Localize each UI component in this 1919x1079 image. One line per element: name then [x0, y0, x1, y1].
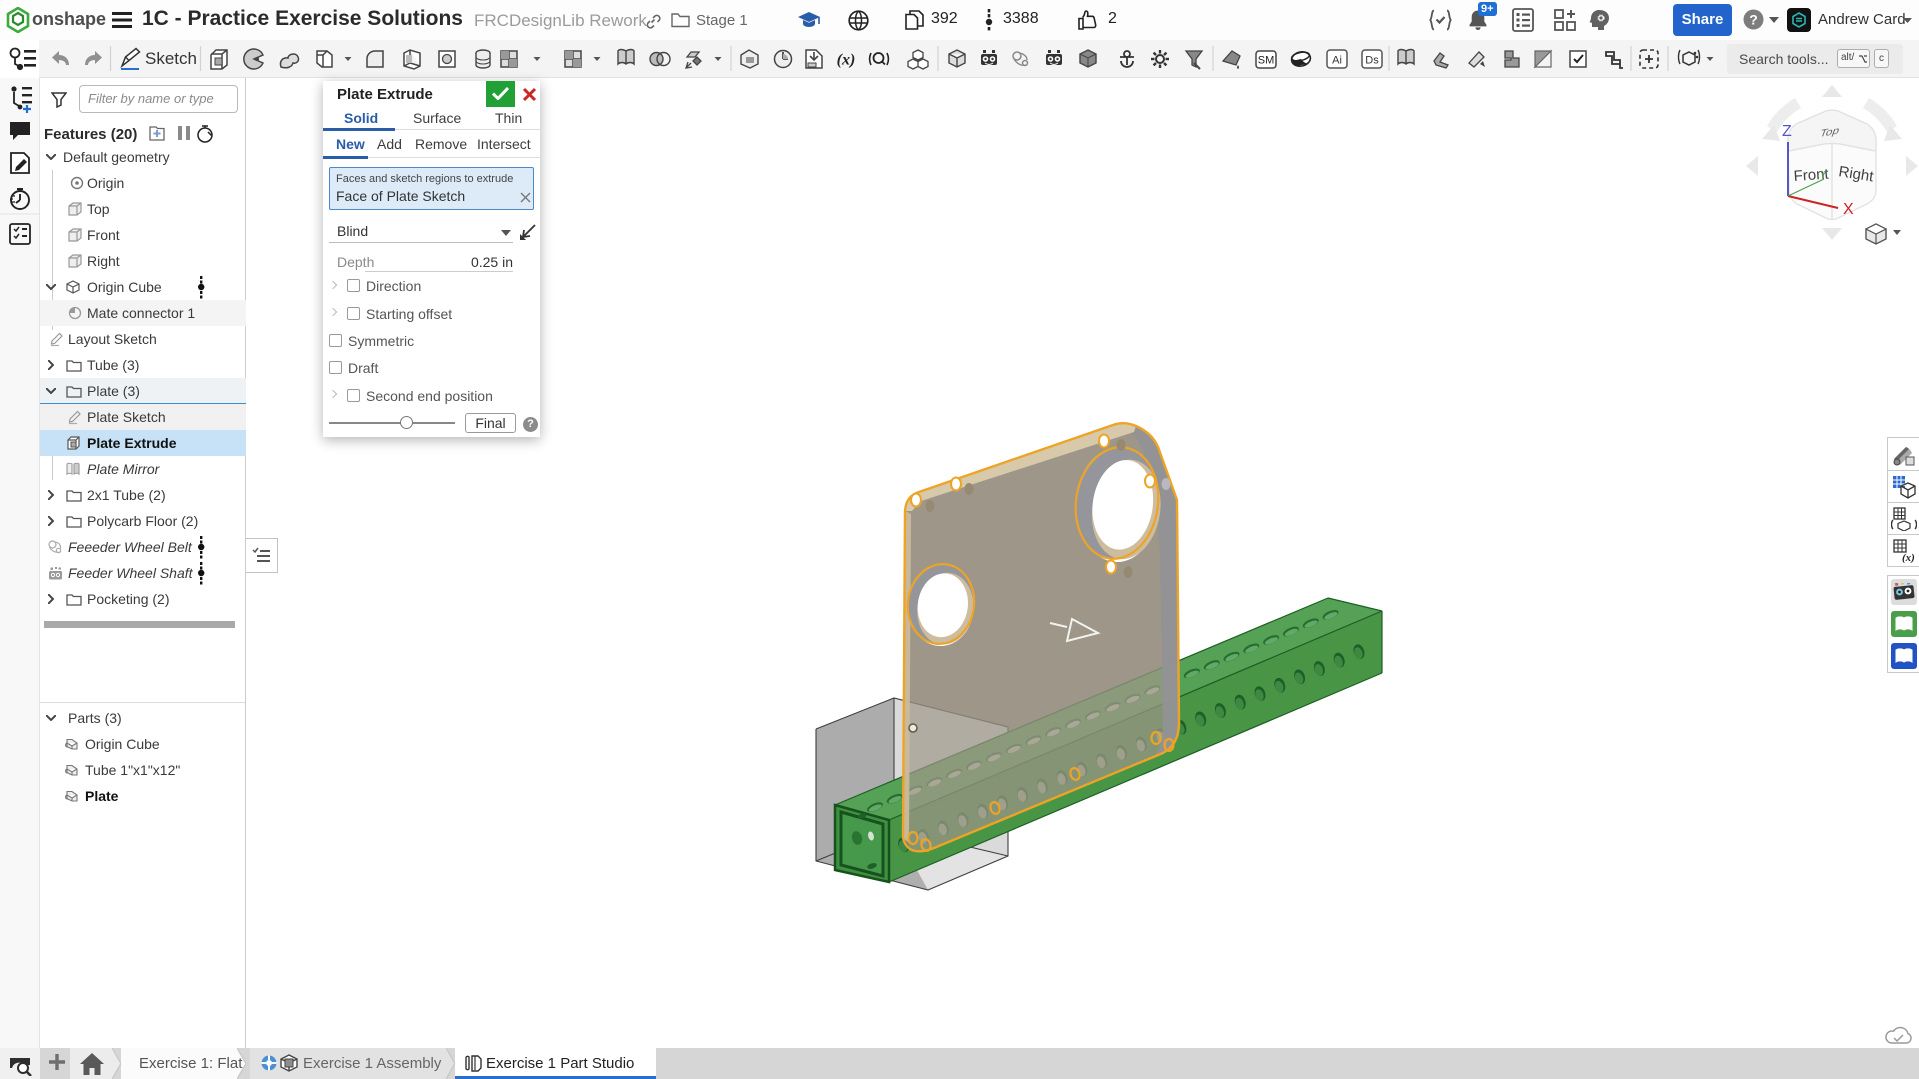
svg-text:Y: Y	[1820, 170, 1827, 181]
svg-text:X: X	[1843, 201, 1854, 218]
svg-text:(x): (x)	[1902, 552, 1915, 563]
svg-text:?: ?	[1749, 12, 1758, 28]
svg-text:Z: Z	[1782, 123, 1792, 140]
